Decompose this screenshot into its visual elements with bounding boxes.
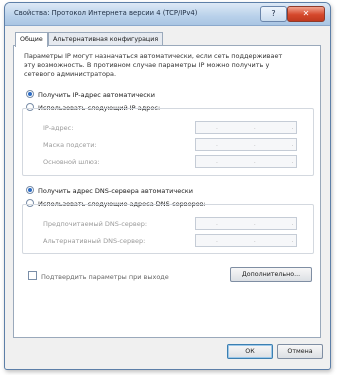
alternate-dns-label: Альтернативный DNS-сервер: [43, 237, 146, 245]
preferred-dns-label: Предпочитаемый DNS-сервер: [43, 220, 148, 228]
default-gateway-label: Основной шлюз: [43, 158, 100, 166]
properties-dialog: Свойства: Протокол Интернета версии 4 (T… [4, 2, 331, 370]
subnet-mask-label: Маска подсети: [43, 141, 97, 149]
window-title: Свойства: Протокол Интернета версии 4 (T… [14, 9, 198, 17]
ip-auto-label: Получить IP-адрес автоматически [38, 91, 155, 99]
ip-auto-option[interactable]: Получить IP-адрес автоматически [26, 90, 155, 99]
intro-text: Параметры IP могут назначаться автоматич… [24, 52, 283, 78]
dns-auto-radio[interactable] [26, 186, 34, 194]
dns-auto-option[interactable]: Получить адрес DNS-сервера автоматически [26, 186, 193, 195]
ip-manual-group: IP-адрес: . . . Маска подсети: . . . Осн… [22, 108, 314, 176]
alternate-dns-input[interactable]: . . . [195, 234, 297, 247]
close-button[interactable]: ✕ [287, 6, 325, 22]
help-button[interactable]: ? [260, 6, 287, 22]
default-gateway-input[interactable]: . . . [195, 155, 297, 168]
tab-general[interactable]: Общие [15, 32, 48, 47]
subnet-mask-input[interactable]: . . . [195, 138, 297, 151]
ok-button[interactable]: ОК [227, 344, 273, 359]
validate-checkbox[interactable] [28, 271, 37, 280]
dns-manual-group: Предпочитаемый DNS-сервер: . . . Альтерн… [22, 204, 314, 254]
ip-address-label: IP-адрес: [43, 124, 74, 132]
dns-auto-label: Получить адрес DNS-сервера автоматически [38, 187, 193, 195]
preferred-dns-input[interactable]: . . . [195, 217, 297, 230]
validate-label: Подтвердить параметры при выходе [41, 273, 169, 281]
cancel-button[interactable]: Отмена [277, 344, 323, 359]
general-panel: Параметры IP могут назначаться автоматич… [13, 45, 321, 338]
ip-address-input[interactable]: . . . [195, 121, 297, 134]
tab-alternate-config[interactable]: Альтернативная конфигурация [48, 32, 164, 46]
title-bar: Свойства: Протокол Интернета версии 4 (T… [5, 3, 330, 26]
advanced-button[interactable]: Дополнительно... [230, 267, 312, 282]
validate-option[interactable]: Подтвердить параметры при выходе [28, 271, 169, 281]
ip-auto-radio[interactable] [26, 90, 34, 98]
